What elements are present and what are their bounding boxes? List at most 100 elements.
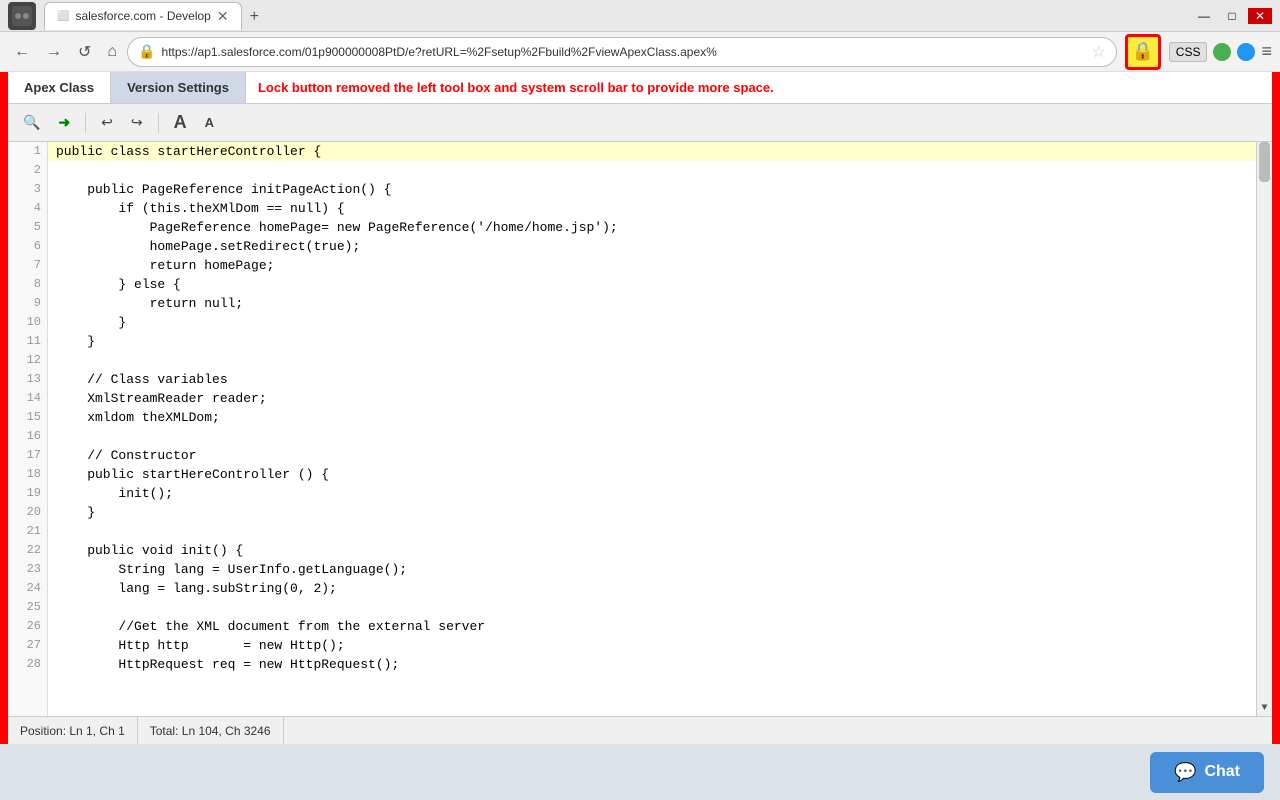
code-line: String lang = UserInfo.getLanguage();	[48, 560, 1256, 579]
line-number: 5	[8, 218, 47, 237]
code-editor: 1234567891011121314151617181920212223242…	[8, 142, 1272, 716]
total-status: Total: Ln 104, Ch 3246	[138, 717, 284, 744]
status-bar: Position: Ln 1, Ch 1 Total: Ln 104, Ch 3…	[8, 716, 1272, 744]
tab-favicon: ⬜	[57, 11, 69, 22]
line-number: 24	[8, 579, 47, 598]
code-line: }	[48, 332, 1256, 351]
app-icon	[8, 2, 36, 30]
vertical-scrollbar[interactable]: ▲ ▼	[1256, 142, 1272, 716]
code-line	[48, 427, 1256, 446]
position-status: Position: Ln 1, Ch 1	[8, 717, 138, 744]
undo-button[interactable]: ↩	[94, 110, 120, 135]
line-number: 28	[8, 655, 47, 674]
line-number: 2	[8, 161, 47, 180]
font-increase-button[interactable]: A	[167, 108, 194, 137]
line-number: 9	[8, 294, 47, 313]
code-line: //Get the XML document from the external…	[48, 617, 1256, 636]
search-button[interactable]: 🔍	[16, 110, 47, 135]
redo-button[interactable]: ↪	[124, 110, 150, 135]
code-line: PageReference homePage= new PageReferenc…	[48, 218, 1256, 237]
code-line: public PageReference initPageAction() {	[48, 180, 1256, 199]
font-decrease-button[interactable]: A	[198, 111, 221, 134]
code-line: public class startHereController {	[48, 142, 1256, 161]
menu-icon[interactable]: ≡	[1261, 41, 1272, 62]
address-bar-container: 🔒 ☆	[127, 37, 1117, 67]
code-line: Http http = new Http();	[48, 636, 1256, 655]
line-number: 18	[8, 465, 47, 484]
line-number: 26	[8, 617, 47, 636]
close-button[interactable]: ✕	[1248, 8, 1272, 24]
nav-bar: ← → ↺ ⌂ 🔒 ☆ 🔒 CSS ≡	[0, 32, 1280, 72]
line-number: 10	[8, 313, 47, 332]
line-number: 27	[8, 636, 47, 655]
toolbar-separator-1	[85, 113, 86, 133]
code-content[interactable]: public class startHereController { publi…	[48, 142, 1256, 716]
tabs-row: Apex Class Version Settings Lock button …	[8, 72, 1272, 104]
code-line	[48, 351, 1256, 370]
main-area: Apex Class Version Settings Lock button …	[0, 72, 1280, 744]
css-button[interactable]: CSS	[1169, 42, 1208, 62]
line-number: 13	[8, 370, 47, 389]
scroll-down-arrow[interactable]: ▼	[1257, 700, 1272, 716]
info-banner: Lock button removed the left tool box an…	[246, 72, 1272, 103]
tab-close-button[interactable]: ✕	[217, 8, 229, 25]
minimize-button[interactable]: —	[1192, 8, 1216, 24]
line-number: 22	[8, 541, 47, 560]
line-number: 17	[8, 446, 47, 465]
line-numbers: 1234567891011121314151617181920212223242…	[8, 142, 48, 716]
version-settings-tab[interactable]: Version Settings	[111, 72, 246, 103]
forward-button[interactable]: →	[40, 39, 68, 65]
next-button[interactable]: ➜	[51, 110, 77, 135]
secure-icon: 🔒	[138, 43, 155, 60]
line-number: 4	[8, 199, 47, 218]
line-number: 3	[8, 180, 47, 199]
line-number: 8	[8, 275, 47, 294]
new-tab-button[interactable]: +	[242, 4, 267, 30]
code-line: return null;	[48, 294, 1256, 313]
code-line: // Constructor	[48, 446, 1256, 465]
code-line: if (this.theXMlDom == null) {	[48, 199, 1256, 218]
browser-tab[interactable]: ⬜ salesforce.com - Develop ✕	[44, 2, 242, 30]
code-line	[48, 161, 1256, 180]
code-line: HttpRequest req = new HttpRequest();	[48, 655, 1256, 674]
code-line: public void init() {	[48, 541, 1256, 560]
code-line: lang = lang.subString(0, 2);	[48, 579, 1256, 598]
code-line: xmldom theXMLDom;	[48, 408, 1256, 427]
star-icon[interactable]: ☆	[1091, 42, 1105, 62]
chat-button[interactable]: 💬 Chat	[1150, 752, 1264, 793]
total-value: Ln 104, Ch 3246	[182, 724, 271, 738]
chat-label: Chat	[1204, 763, 1240, 781]
line-number: 21	[8, 522, 47, 541]
lock-highlighted-button[interactable]: 🔒	[1125, 34, 1161, 70]
code-line: // Class variables	[48, 370, 1256, 389]
home-button[interactable]: ⌂	[101, 39, 123, 65]
line-number: 7	[8, 256, 47, 275]
apex-class-tab[interactable]: Apex Class	[8, 72, 111, 103]
total-label: Total:	[150, 724, 179, 738]
back-button[interactable]: ←	[8, 39, 36, 65]
bottom-bar: 💬 Chat	[0, 744, 1280, 800]
tab-bar: ⬜ salesforce.com - Develop ✕ +	[44, 2, 1192, 30]
line-number: 20	[8, 503, 47, 522]
blue-circle-icon	[1237, 43, 1255, 61]
line-number: 25	[8, 598, 47, 617]
line-number: 14	[8, 389, 47, 408]
code-line: homePage.setRedirect(true);	[48, 237, 1256, 256]
line-number: 6	[8, 237, 47, 256]
address-input[interactable]	[162, 45, 1086, 59]
maximize-button[interactable]: □	[1220, 8, 1244, 24]
title-bar: ⬜ salesforce.com - Develop ✕ + — □ ✕	[0, 0, 1280, 32]
editor-toolbar: 🔍 ➜ ↩ ↪ A A	[8, 104, 1272, 142]
line-number: 23	[8, 560, 47, 579]
scroll-thumb[interactable]	[1259, 142, 1270, 182]
tab-title: salesforce.com - Develop	[75, 9, 210, 23]
line-number: 16	[8, 427, 47, 446]
chat-icon: 💬	[1174, 762, 1196, 783]
toolbar-separator-2	[158, 113, 159, 133]
line-number: 1	[8, 142, 47, 161]
green-circle-icon	[1213, 43, 1231, 61]
code-line: }	[48, 503, 1256, 522]
code-line: init();	[48, 484, 1256, 503]
position-value: Ln 1, Ch 1	[69, 724, 124, 738]
refresh-button[interactable]: ↺	[72, 38, 97, 66]
